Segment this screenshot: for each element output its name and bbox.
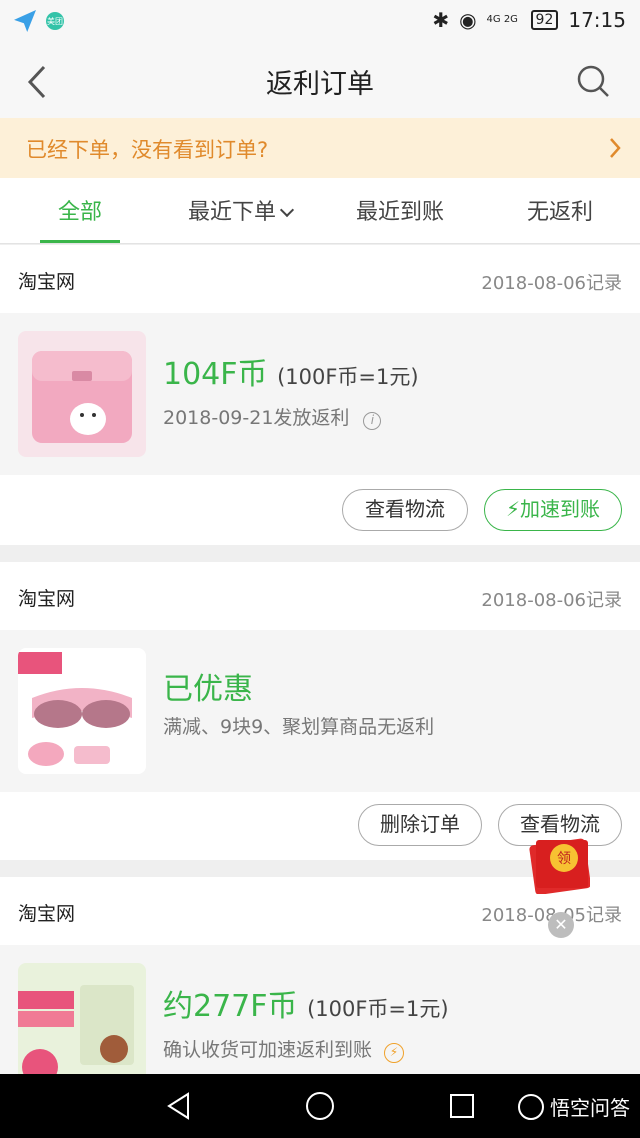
rebate-status: 已优惠 [163,672,253,707]
speed-up-button[interactable]: ⚡加速到账 [484,489,622,531]
watermark: 悟空问答 [518,1092,630,1121]
battery-icon: 92 [530,10,559,30]
tab-all[interactable]: 全部 [0,194,160,226]
wukong-logo-icon [518,1093,544,1120]
red-packet-label: 领 [557,851,571,867]
order-body[interactable]: 已优惠 满减、9块9、聚划算商品无返利 [0,630,640,792]
tab-recent-orders[interactable]: 最近下单 [160,194,320,226]
product-image[interactable] [18,963,146,1074]
chevron-down-icon [279,202,295,218]
order-date: 2018-08-06记录 [481,590,622,611]
nav-recent-icon[interactable] [450,1094,474,1118]
order-card: 淘宝网 2018-08-06记录 已优惠 满减、9块9、聚划算商品无返利 删除订… [0,562,640,860]
search-icon[interactable] [576,64,610,98]
status-bar: 美团 ✱ ◉ 4G 2G 92 17:15 [0,0,640,44]
lightning-icon: ⚡ [505,497,521,521]
product-image[interactable] [18,648,146,774]
order-card: 淘宝网 2018-08-06记录 104F币 (100F币=1元) 2018-0… [0,245,640,545]
lightning-icon[interactable]: ⚡ [384,1043,405,1063]
exchange-rate: (100F币=1元) [277,365,419,389]
shop-name: 淘宝网 [18,588,76,610]
tab-no-rebate[interactable]: 无返利 [480,194,640,226]
watermark-text: 悟空问答 [550,1096,630,1120]
order-body[interactable]: 104F币 (100F币=1元) 2018-09-21发放返利 i [0,313,640,475]
speed-up-hint: 确认收货可加速返利到账 ⚡ [163,1035,405,1063]
nav-back-icon[interactable] [166,1092,192,1120]
eye-icon: ◉ [459,8,477,32]
order-date: 2018-08-06记录 [481,273,622,294]
order-card: 淘宝网 2018-08-05记录 约277F币 (100F币=1元) 确认收货可… [0,877,640,1074]
rebate-amount: 约277F币 (100F币=1元) [163,989,449,1024]
clock: 17:15 [568,8,626,32]
rebate-date-row: 2018-09-21发放返利 i [163,403,382,430]
close-icon[interactable]: ✕ [548,912,574,938]
no-rebate-reason: 满减、9块9、聚划算商品无返利 [163,716,435,738]
product-image[interactable] [18,331,146,457]
tab-recent-arrivals[interactable]: 最近到账 [320,194,480,226]
nav-home-icon[interactable] [306,1092,334,1120]
system-nav-bar: 悟空问答 [0,1074,640,1138]
rebate-amount: 104F币 (100F币=1元) [163,357,419,392]
filter-tabs: 全部 最近下单 最近到账 无返利 [0,178,640,244]
page-title: 返利订单 [266,69,374,100]
signal-icon: 4G 2G [486,14,518,25]
app-header: 返利订单 [0,44,640,118]
shop-name: 淘宝网 [18,903,76,925]
order-body[interactable]: 约277F币 (100F币=1元) 确认收货可加速返利到账 ⚡ [0,945,640,1074]
missing-order-banner[interactable]: 已经下单，没有看到订单? [0,118,640,178]
view-logistics-button[interactable]: 查看物流 [342,489,468,531]
shop-name: 淘宝网 [18,271,76,293]
chevron-right-icon [610,138,621,158]
meituan-icon: 美团 [46,12,64,30]
delete-order-button[interactable]: 删除订单 [358,804,482,846]
info-icon[interactable]: i [363,412,382,430]
red-packet-icon[interactable]: 领 [526,836,590,894]
missing-order-text: 已经下单，没有看到订单? [26,138,269,162]
bluetooth-icon: ✱ [432,8,450,32]
tab-active-indicator [40,240,120,243]
telegram-icon [14,10,36,32]
exchange-rate: (100F币=1元) [307,997,449,1021]
